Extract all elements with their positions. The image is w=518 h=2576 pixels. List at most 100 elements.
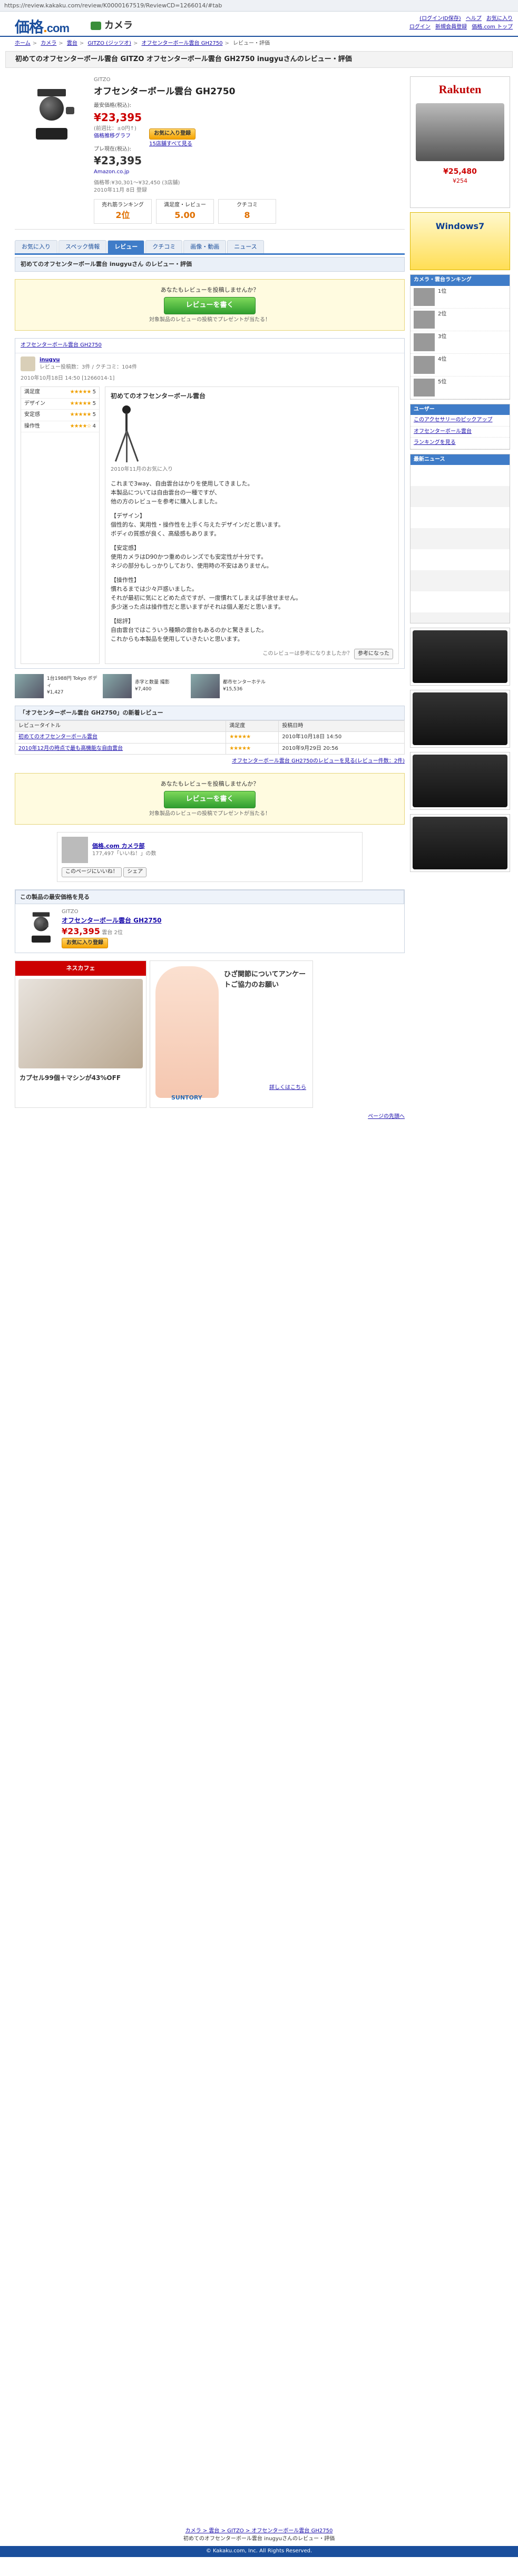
star-icon: ★★★★☆ bbox=[70, 423, 92, 429]
post-note[interactable]: 対象製品のレビューの投稿でプレゼントが当たる！ bbox=[15, 316, 404, 324]
current-price[interactable]: ¥23,395 bbox=[94, 153, 142, 169]
star-icon: ★★★★★ bbox=[70, 389, 92, 395]
thumb-image[interactable] bbox=[103, 673, 132, 698]
coffee-ad[interactable]: ネスカフェ カプセル99個＋マシンが43%OFF bbox=[15, 960, 146, 1108]
thumb-item[interactable]: 都市センターホテル ¥15,536 bbox=[223, 679, 276, 693]
address-bar[interactable]: https://review.kakaku.com/review/K000016… bbox=[0, 0, 518, 12]
top-link-help[interactable]: ヘルプ bbox=[466, 16, 482, 22]
reviewer-name[interactable]: inugyu bbox=[40, 357, 60, 363]
rank-label: 売れ筋ランキング bbox=[102, 202, 144, 208]
ranking-item[interactable]: 5位 bbox=[411, 377, 510, 399]
row-stars: ★★★★★ bbox=[226, 731, 279, 744]
col-title: レビュータイトル bbox=[14, 720, 227, 732]
fb-page-name[interactable]: 価格.com カメラ部 bbox=[92, 842, 156, 850]
fb-page-image[interactable] bbox=[62, 837, 88, 864]
score-value: 5 bbox=[92, 389, 96, 395]
breadcrumb-product[interactable]: オフセンターボール雲台 GH2750 bbox=[142, 41, 223, 46]
ranking-item[interactable]: 1位 bbox=[411, 286, 510, 309]
sidebar-link[interactable]: オフセンターボール雲台 bbox=[411, 427, 510, 438]
row-title[interactable]: 初めてのオフセンターボール雲台 bbox=[14, 731, 227, 744]
breadcrumb-sep: > bbox=[224, 41, 229, 46]
table-row[interactable]: 初めてのオフセンターボール雲台 ★★★★★ 2010年10月18日 14:50 bbox=[14, 731, 405, 744]
thumb-title: 赤字と数量 撮影 bbox=[135, 679, 170, 685]
breadcrumb-camera[interactable]: カメラ bbox=[41, 41, 56, 46]
rank-box[interactable]: 売れ筋ランキング 2位 bbox=[94, 199, 152, 224]
back-to-top-link[interactable]: ページの先頭へ bbox=[368, 1114, 405, 1119]
sidebar-link[interactable]: ランキングを見る bbox=[411, 438, 510, 449]
table-row[interactable]: 2010年12月の時点で最も高機能な自由雲台 ★★★★★ 2010年9月29日 20… bbox=[14, 742, 405, 755]
summary-price[interactable]: ¥23,395 bbox=[62, 926, 100, 936]
top-link-register[interactable]: 新規会員登録 bbox=[435, 24, 467, 30]
thumb-image[interactable] bbox=[15, 673, 44, 698]
windows-ad[interactable]: Windows7 bbox=[410, 212, 510, 270]
score-row: 満足度 ★★★★★ 5 bbox=[21, 387, 99, 399]
summary-favorite-button[interactable]: お気に入り登録 bbox=[62, 937, 108, 949]
product-image[interactable] bbox=[15, 76, 89, 150]
ranking-item[interactable]: 2位 bbox=[411, 309, 510, 331]
tab-kuchikomi[interactable]: クチコミ bbox=[145, 240, 183, 254]
product-header: GITZO オフセンターボール雲台 GH2750 最安価格(税込): ¥23,3… bbox=[15, 76, 405, 230]
more-reviews-link[interactable]: オフセンターボール雲台 GH2750のレビューを見る(レビュー件数：2件) bbox=[232, 758, 405, 764]
review-photo[interactable] bbox=[111, 405, 142, 463]
tab-media[interactable]: 画像・動画 bbox=[183, 240, 227, 254]
review-content: 満足度 ★★★★★ 5 デザイン ★★★★★ 5 安定感 ★★★★★ 5 操作性 ★★★… bbox=[15, 382, 404, 668]
news-list[interactable] bbox=[411, 465, 510, 623]
ranking-rank: 2位 bbox=[438, 311, 447, 317]
ranking-item[interactable]: 3位 bbox=[411, 331, 510, 354]
footer-crumb2: 初めてのオフセンターボール雲台 inugyuさんのレビュー・評価 bbox=[183, 2535, 335, 2542]
product-ad-2[interactable] bbox=[410, 690, 510, 748]
fb-share-button[interactable]: シェア bbox=[123, 867, 147, 877]
product-ad-3[interactable] bbox=[410, 752, 510, 810]
breadcrumb-maker[interactable]: GITZO (ジッツオ) bbox=[87, 41, 131, 46]
thumb-item[interactable]: 1台1988円 Tokyo ボディ ¥1,427 bbox=[47, 676, 100, 696]
write-review-button[interactable]: レビューを書く bbox=[164, 297, 256, 314]
post-note[interactable]: 対象製品のレビューの投稿でプレゼントが当たる！ bbox=[15, 810, 404, 818]
category-title[interactable]: カメラ bbox=[91, 19, 133, 33]
avatar[interactable] bbox=[21, 356, 35, 372]
site-logo[interactable]: 価格.com bbox=[15, 17, 70, 38]
lowest-price[interactable]: ¥23,395 bbox=[94, 110, 142, 125]
product-ad-4[interactable] bbox=[410, 814, 510, 872]
footer-crumb[interactable]: カメラ > 雲台 > GITZO > オフセンターボール雲台 GH2750 bbox=[0, 2528, 518, 2535]
price-label: 最安価格(税込): bbox=[94, 103, 132, 109]
price2-shop[interactable]: Amazon.co.jp bbox=[94, 169, 142, 176]
summary-rank: 雲台 2位 bbox=[102, 930, 123, 936]
ranking-rank: 3位 bbox=[438, 333, 447, 340]
top-link-home[interactable]: 価格.com トップ bbox=[472, 24, 513, 30]
survey-ad[interactable]: ひざ関節についてアンケートご協力のお願い 詳しくはこちら SUNTORY bbox=[150, 960, 313, 1108]
tab-favorites[interactable]: お気に入り bbox=[15, 240, 57, 254]
product-ad-1[interactable] bbox=[410, 628, 510, 686]
breadcrumb-head[interactable]: 雲台 bbox=[67, 41, 77, 46]
review-paragraph: これまで3way、自由雲台はかりを使用してきました。 本製品については自由雲台の… bbox=[111, 480, 253, 505]
review-body: 初めてのオフセンターボール雲台 2010年11月のお気に入り これまで3way、… bbox=[105, 387, 399, 664]
summary-name[interactable]: オフセンターボール雲台 GH2750 bbox=[62, 916, 161, 925]
tab-news[interactable]: ニュース bbox=[227, 240, 264, 254]
satisfaction-box[interactable]: 満足度・レビュー 5.00 bbox=[156, 199, 214, 224]
price-graph-link[interactable]: 価格推移グラフ bbox=[94, 133, 142, 141]
all-shops-link[interactable]: 15店舗すべて見る bbox=[149, 141, 192, 147]
rakuten-ad[interactable]: Rakuten ¥25,480 ¥254 bbox=[410, 76, 510, 208]
write-review-button[interactable]: レビューを書く bbox=[164, 790, 256, 808]
top-link-login[interactable]: ログイン bbox=[409, 24, 431, 30]
ranking-item[interactable]: 4位 bbox=[411, 354, 510, 377]
product-thumb[interactable] bbox=[19, 908, 56, 945]
summary-maker: GITZO bbox=[62, 909, 79, 915]
helpful-question: このレビューは参考になりましたか？ bbox=[262, 651, 353, 657]
fb-like-button[interactable]: このページにいいね！ bbox=[62, 867, 122, 877]
tab-spec[interactable]: スペック情報 bbox=[58, 240, 107, 254]
tab-review[interactable]: レビュー bbox=[107, 240, 145, 254]
survey-ad-link[interactable]: 詳しくはこちら bbox=[269, 1084, 306, 1092]
favorite-button[interactable]: お気に入り登録 bbox=[149, 128, 196, 140]
thumb-image[interactable] bbox=[191, 673, 220, 698]
review-product-link[interactable]: オフセンターボール雲台 GH2750 bbox=[21, 342, 102, 348]
breadcrumb-home[interactable]: ホーム bbox=[15, 41, 31, 46]
top-link-save-id[interactable]: (ログインID保存) bbox=[419, 16, 461, 22]
top-link-favorites[interactable]: お気に入り bbox=[486, 16, 513, 22]
kuchikomi-box[interactable]: クチコミ 8 bbox=[218, 199, 276, 224]
helpful-button[interactable]: 参考になった bbox=[354, 649, 393, 659]
breadcrumb-current: レビュー・評価 bbox=[233, 41, 270, 46]
row-title[interactable]: 2010年12月の時点で最も高機能な自由雲台 bbox=[14, 742, 227, 755]
product-info: GITZO オフセンターボール雲台 GH2750 最安価格(税込): ¥23,3… bbox=[89, 76, 405, 224]
sidebar-link[interactable]: このアクセサリーのピックアップ bbox=[411, 415, 510, 427]
thumb-item[interactable]: 赤字と数量 撮影 ¥7,400 bbox=[135, 679, 188, 693]
